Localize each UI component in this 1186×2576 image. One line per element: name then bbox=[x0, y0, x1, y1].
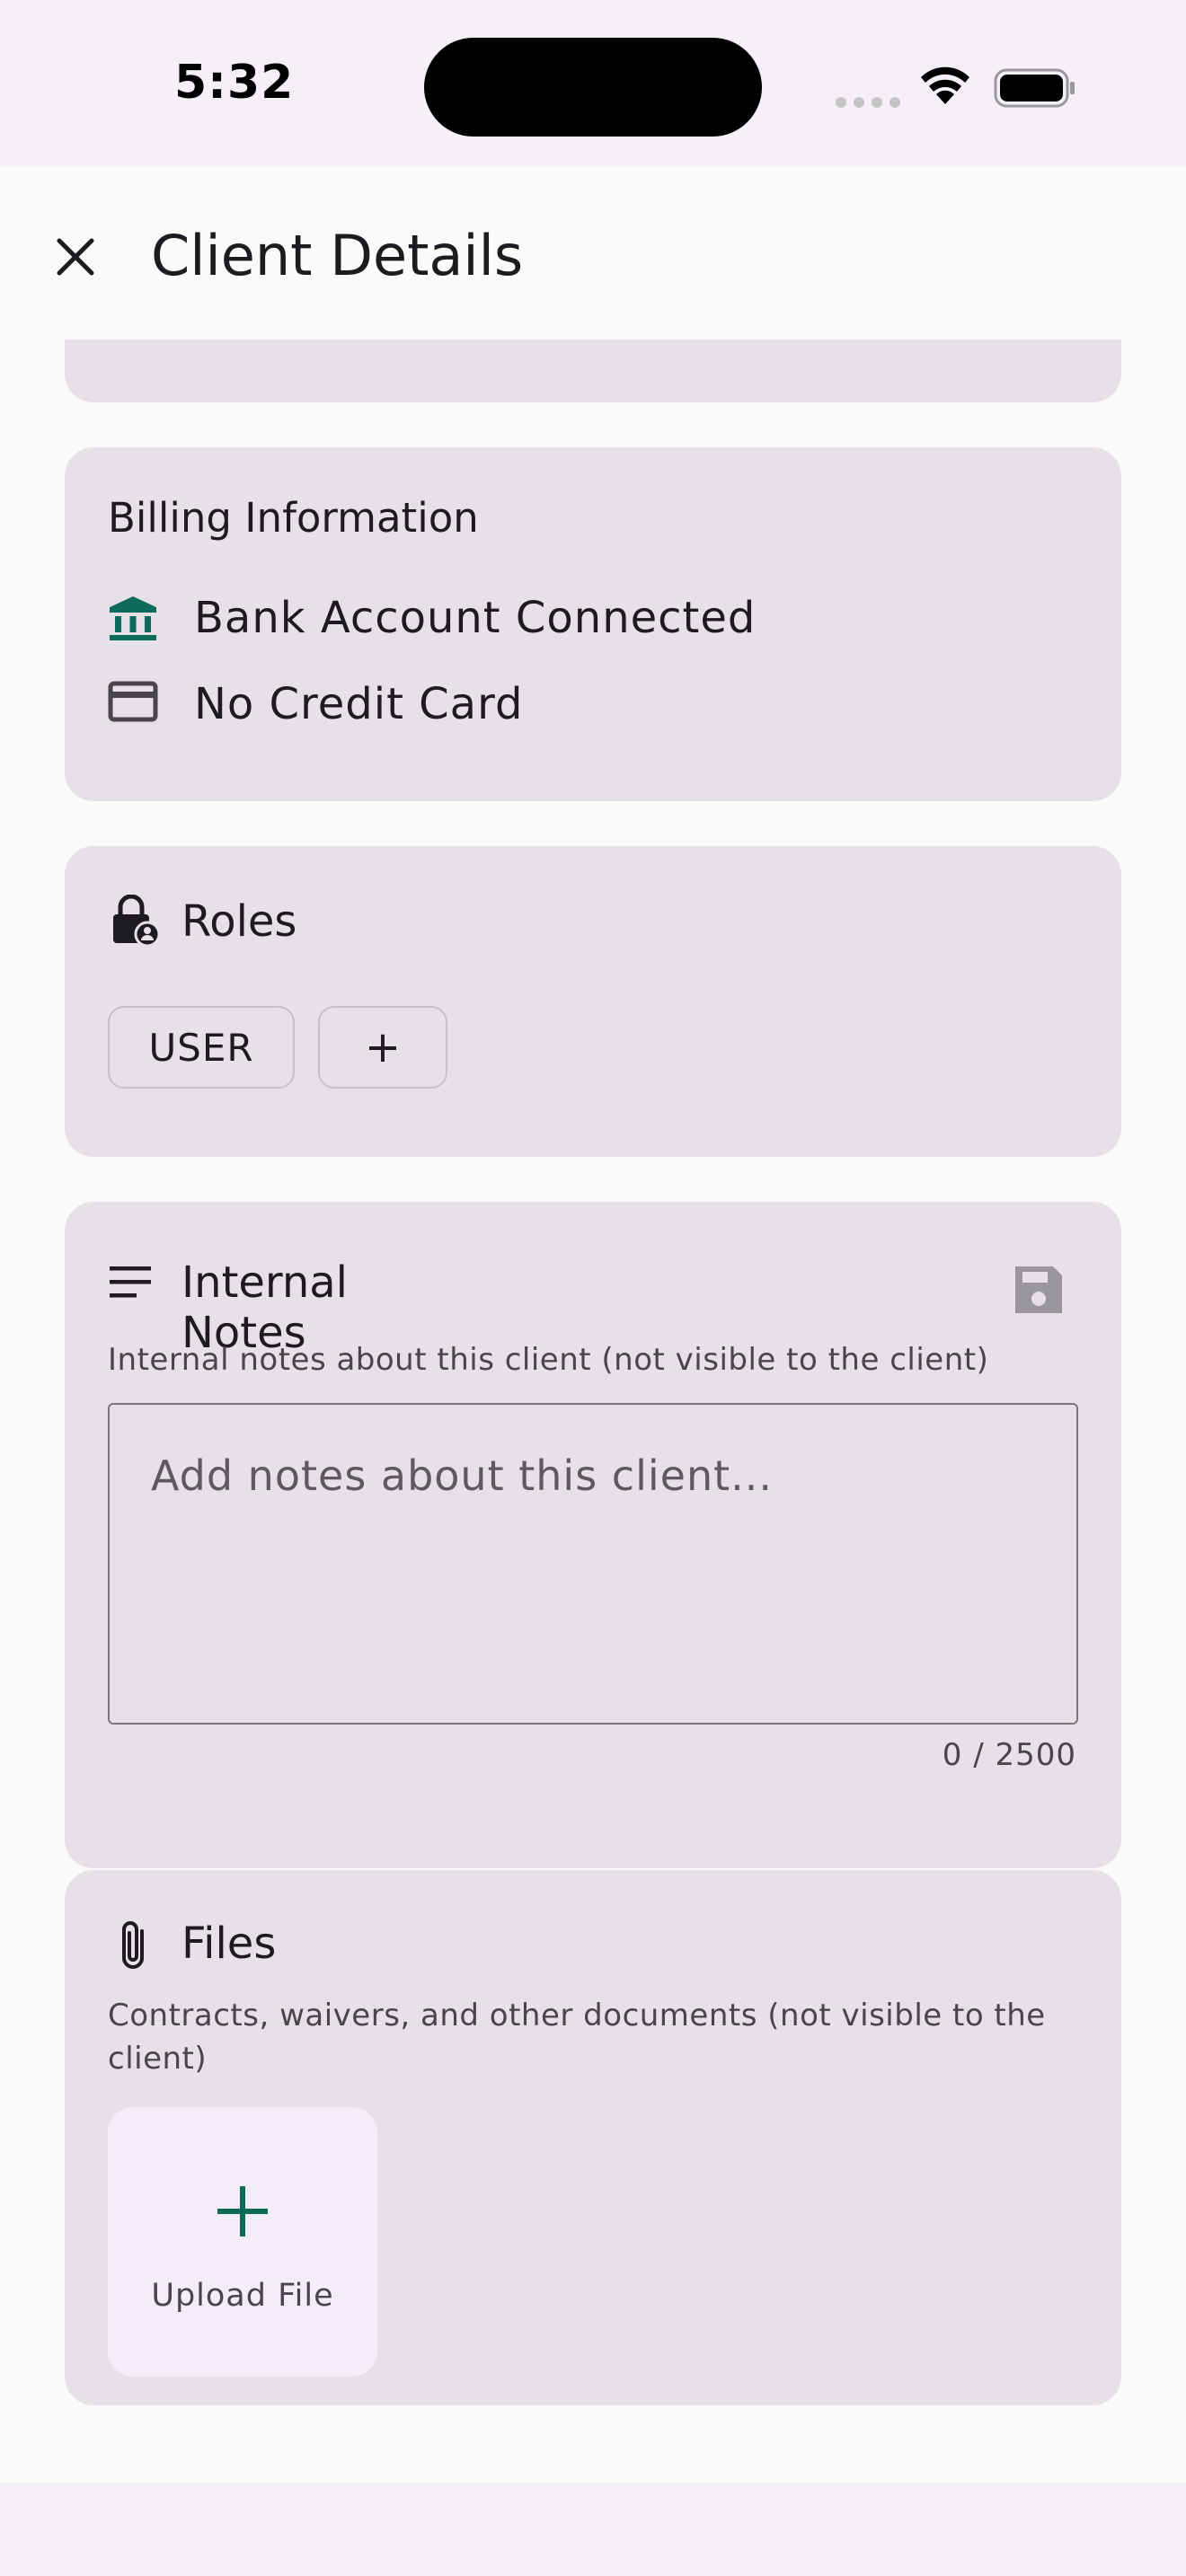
upload-file-label: Upload File bbox=[151, 2278, 334, 2314]
notes-icon bbox=[110, 1266, 151, 1298]
roles-title: Roles bbox=[181, 896, 297, 947]
app-bar: Client Details bbox=[0, 167, 1186, 340]
dynamic-island bbox=[424, 38, 762, 137]
wifi-icon bbox=[921, 66, 969, 104]
roles-card: Roles USER + bbox=[65, 846, 1121, 1157]
notes-field[interactable] bbox=[108, 1403, 1078, 1725]
role-chip-user[interactable]: USER bbox=[108, 1006, 295, 1089]
page-title: Client Details bbox=[151, 223, 524, 288]
notes-subtitle: Internal notes about this client (not vi… bbox=[108, 1342, 989, 1378]
internal-notes-card: Internal Notes Internal notes about this… bbox=[65, 1202, 1121, 1868]
save-notes-button[interactable] bbox=[999, 1250, 1078, 1329]
client-details-screen: Client Details Billing Information Bank … bbox=[0, 167, 1186, 2483]
upload-file-button[interactable]: Upload File bbox=[108, 2107, 377, 2377]
notes-textarea[interactable] bbox=[110, 1405, 1076, 1723]
battery-icon bbox=[994, 68, 1075, 108]
credit-card-label: No Credit Card bbox=[194, 679, 524, 729]
status-bar: 5:32 bbox=[0, 0, 1186, 167]
bank-account-row: Bank Account Connected bbox=[108, 589, 1096, 643]
attachment-icon bbox=[122, 1921, 144, 1969]
bank-icon bbox=[110, 596, 156, 640]
status-time: 5:32 bbox=[174, 56, 295, 110]
billing-card: Billing Information Bank Account Connect… bbox=[65, 447, 1121, 801]
files-title: Files bbox=[181, 1919, 277, 1969]
close-button[interactable] bbox=[36, 217, 115, 296]
lock-person-icon bbox=[113, 895, 160, 947]
files-subtitle: Contracts, waivers, and other documents … bbox=[108, 1998, 1046, 2077]
files-card: Files Contracts, waivers, and other docu… bbox=[65, 1870, 1121, 2405]
credit-card-row: No Credit Card bbox=[108, 675, 1096, 729]
notes-character-counter: 0 / 2500 bbox=[942, 1737, 1076, 1773]
save-icon bbox=[1015, 1266, 1062, 1313]
plus-icon bbox=[217, 2186, 268, 2236]
credit-card-icon bbox=[108, 681, 158, 722]
close-icon bbox=[57, 238, 94, 276]
bank-account-label: Bank Account Connected bbox=[194, 593, 757, 643]
billing-title: Billing Information bbox=[108, 494, 479, 542]
cellular-signal-icon bbox=[836, 97, 900, 108]
add-role-button[interactable]: + bbox=[318, 1006, 447, 1089]
